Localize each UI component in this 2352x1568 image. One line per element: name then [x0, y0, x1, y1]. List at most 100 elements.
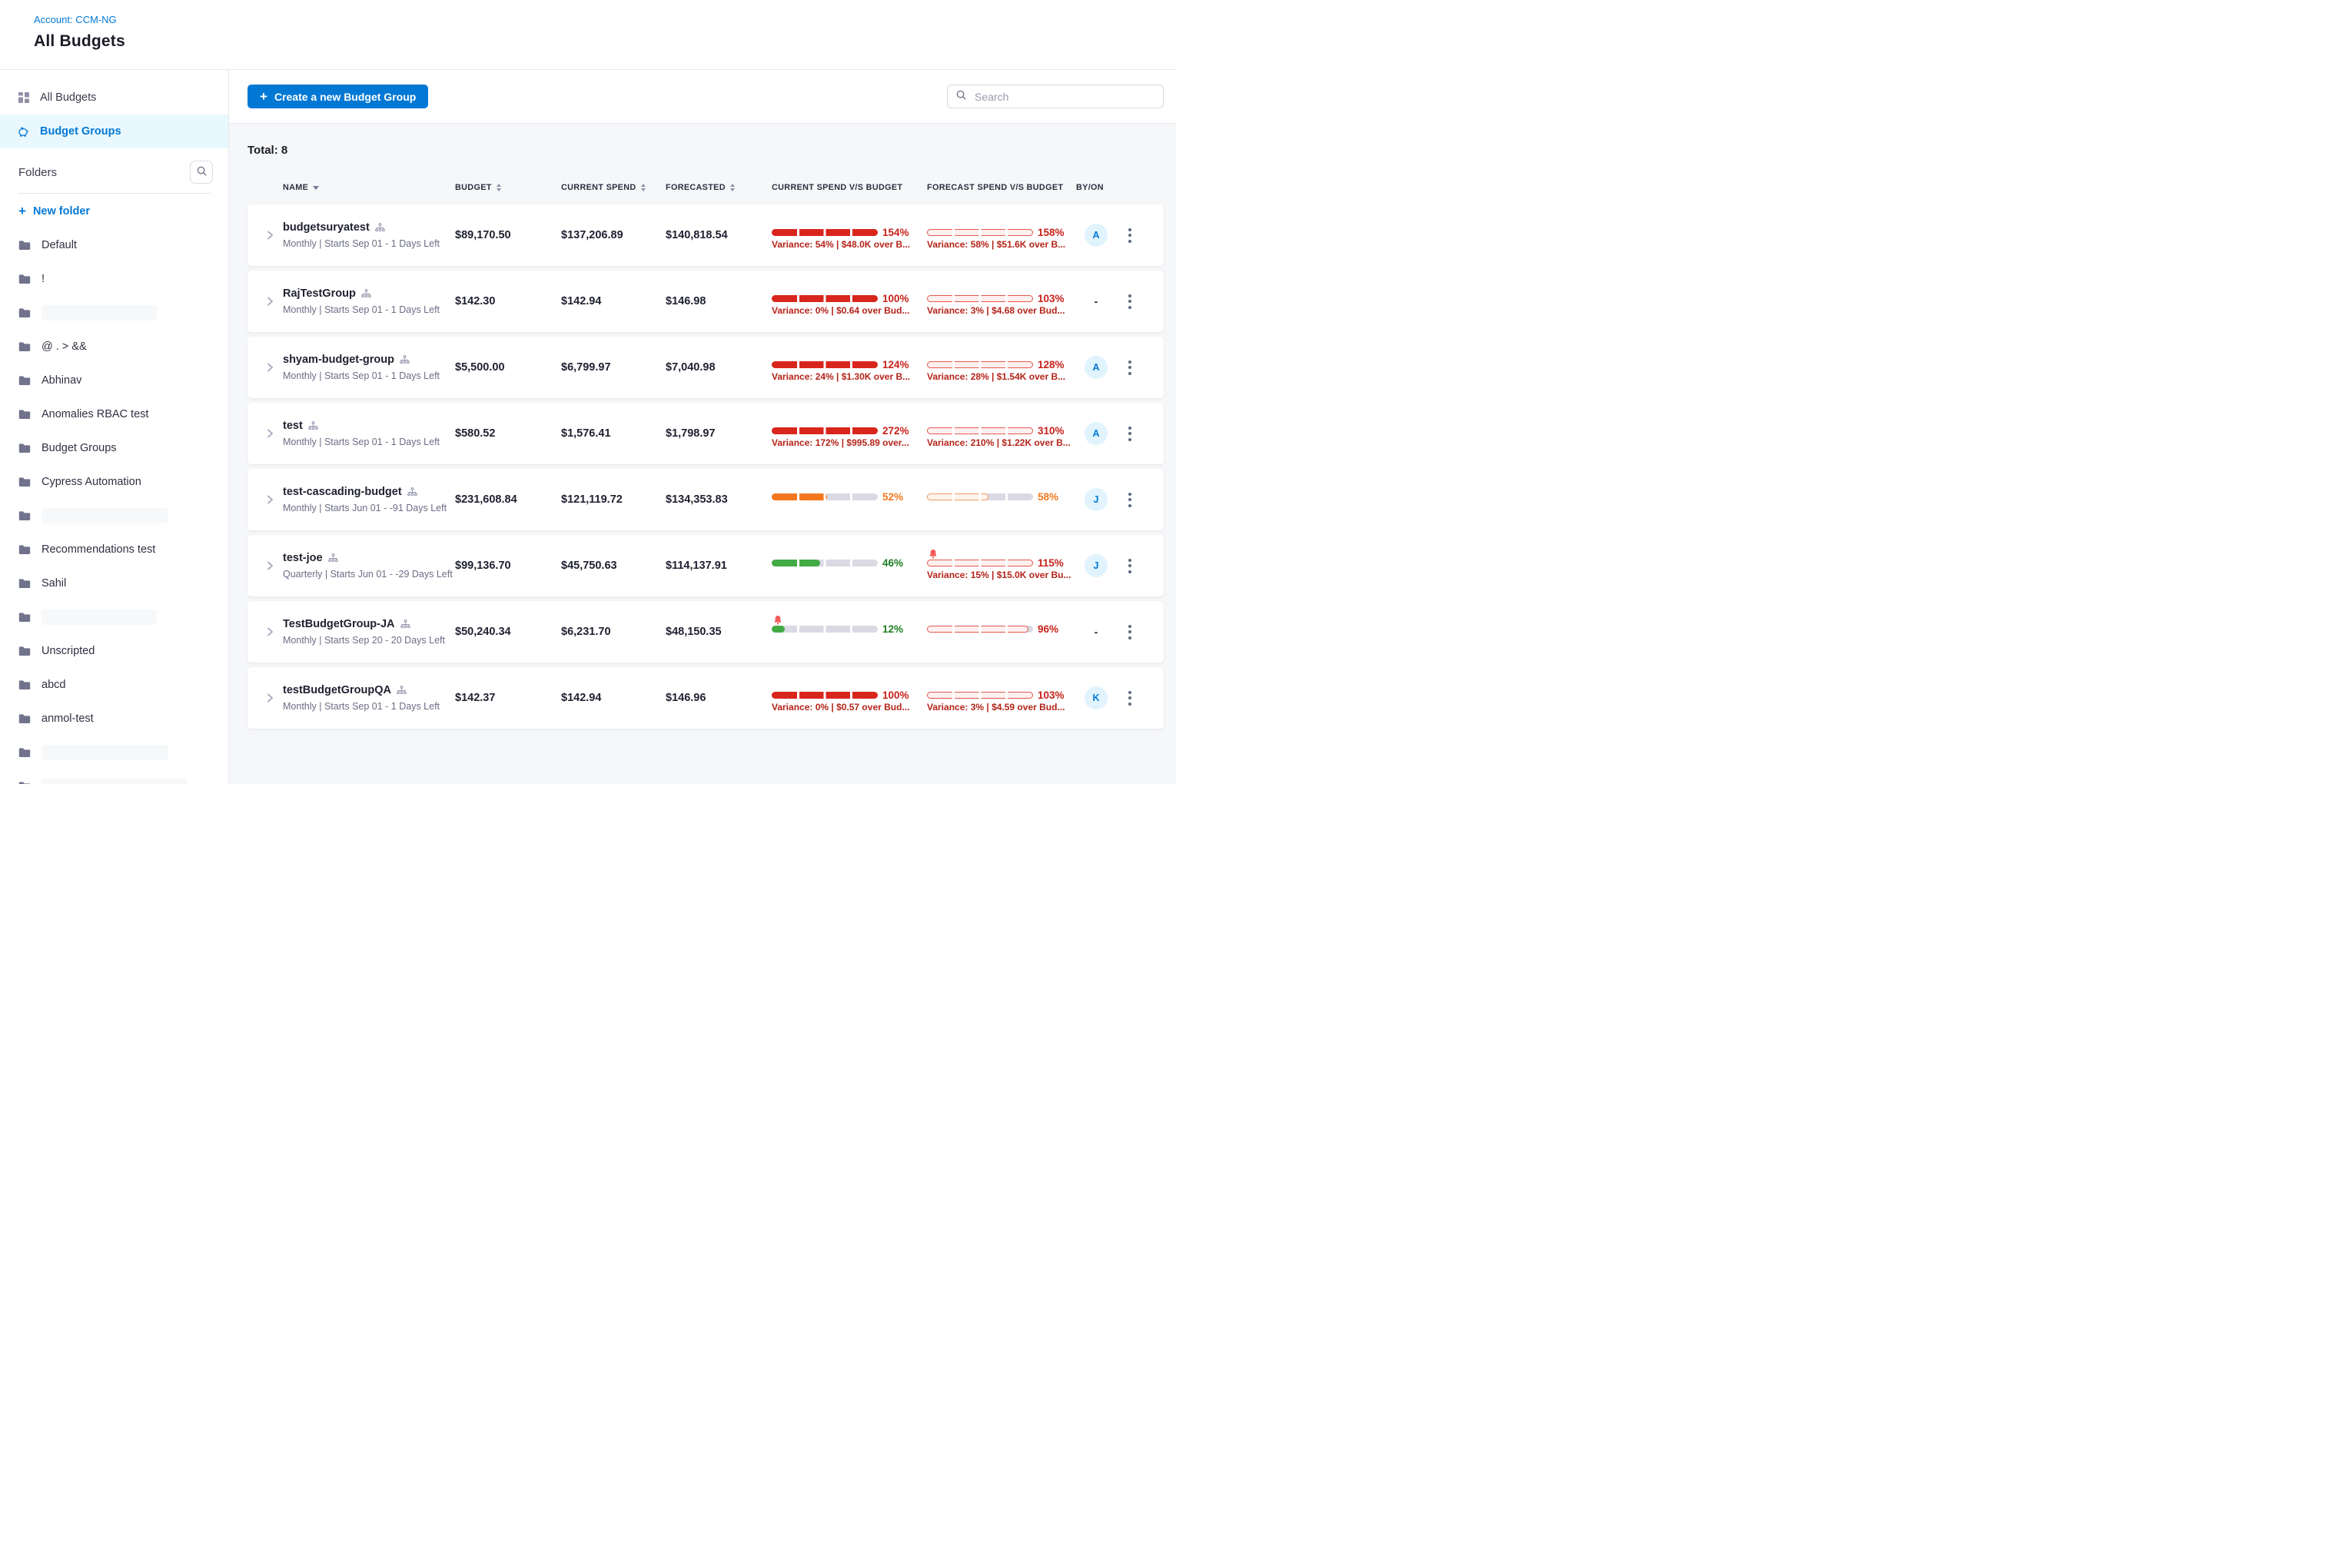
sidebar-folder-item[interactable]: Cypress Automation [0, 465, 228, 499]
table-row[interactable]: test-joeQuarterly | Starts Jun 01 - -29 … [247, 535, 1164, 596]
row-menu-cell [1116, 620, 1144, 644]
bell-icon [773, 615, 782, 625]
kebab-menu-icon[interactable] [1124, 554, 1136, 578]
page-layout: All Budgets Budget Groups Folders + New … [0, 70, 1176, 784]
search-box[interactable] [947, 85, 1164, 108]
sidebar-folder-item[interactable]: Recommendations test [0, 533, 228, 566]
sidebar-folder-item[interactable] [0, 769, 228, 784]
chevron-right-icon[interactable] [257, 362, 283, 373]
account-breadcrumb[interactable]: Account: CCM-NG [34, 14, 1176, 25]
kebab-menu-icon[interactable] [1124, 686, 1136, 710]
redacted-folder-name [42, 779, 188, 784]
progress-bar [927, 229, 1033, 236]
kebab-menu-icon[interactable] [1124, 422, 1136, 446]
sidebar-folder-item[interactable]: anmol-test [0, 702, 228, 736]
kebab-menu-icon[interactable] [1124, 290, 1136, 314]
chevron-right-icon[interactable] [257, 428, 283, 439]
column-header-name: NAME [283, 183, 455, 192]
chevron-right-icon[interactable] [257, 494, 283, 505]
kebab-menu-icon[interactable] [1124, 488, 1136, 512]
sidebar-item-budget-groups[interactable]: Budget Groups [0, 115, 228, 148]
column-label: BY/ON [1076, 183, 1104, 192]
row-current-spend: $6,231.70 [561, 626, 666, 638]
search-input[interactable] [973, 90, 1155, 104]
progress-percent: 124% [882, 359, 909, 370]
kebab-menu-icon[interactable] [1124, 620, 1136, 644]
table-row[interactable]: TestBudgetGroup-JAMonthly | Starts Sep 2… [247, 601, 1164, 663]
page-header: Account: CCM-NG All Budgets [0, 0, 1176, 70]
forecast-spend-vs-budget: 103%Variance: 3% | $4.68 over Bud... [927, 284, 1076, 319]
sidebar-folder-item[interactable] [0, 600, 228, 634]
chevron-right-icon[interactable] [257, 693, 283, 703]
sidebar-folder-item[interactable]: ! [0, 262, 228, 296]
current-spend-vs-budget: 272%Variance: 172% | $995.89 over... [772, 416, 927, 451]
progress-bar [772, 427, 878, 434]
folder-icon [18, 240, 31, 251]
sidebar-folder-item[interactable]: abcd [0, 668, 228, 702]
kebab-menu-icon[interactable] [1124, 224, 1136, 247]
folder-name: abcd [42, 679, 65, 691]
progress-percent: 154% [882, 227, 909, 238]
table-row[interactable]: testBudgetGroupQAMonthly | Starts Sep 01… [247, 667, 1164, 729]
sidebar-folder-item[interactable] [0, 296, 228, 330]
current-spend-vs-budget: 12% [772, 614, 927, 649]
sidebar-folder-item[interactable] [0, 736, 228, 769]
folder-name: ! [42, 273, 45, 285]
folder-icon [18, 612, 31, 623]
table-row[interactable]: RajTestGroupMonthly | Starts Sep 01 - 1 … [247, 271, 1164, 332]
org-tree-icon [375, 223, 385, 232]
row-by-on: K [1076, 686, 1116, 709]
table-row[interactable]: test-cascading-budgetMonthly | Starts Ju… [247, 469, 1164, 530]
sort-icon[interactable] [497, 184, 501, 192]
row-current-spend: $142.94 [561, 295, 666, 307]
sort-icon[interactable] [730, 184, 735, 192]
folder-name: Anomalies RBAC test [42, 408, 148, 420]
progress-percent: 100% [882, 293, 909, 304]
sidebar-folder-item[interactable]: Unscripted [0, 634, 228, 668]
sidebar-folder-item[interactable]: Abhinav [0, 364, 228, 397]
table-row[interactable]: testMonthly | Starts Sep 01 - 1 Days Lef… [247, 403, 1164, 464]
sidebar-folder-item[interactable]: Anomalies RBAC test [0, 397, 228, 431]
current-spend-vs-budget: 46% [772, 548, 927, 583]
sidebar-folder-item[interactable]: Sahil [0, 566, 228, 600]
row-budget: $89,170.50 [455, 229, 561, 241]
grid-icon [17, 91, 30, 104]
progress-percent: 158% [1038, 227, 1065, 238]
budget-group-name-text: budgetsuryatest [283, 221, 370, 234]
create-budget-group-button[interactable]: + Create a new Budget Group [247, 85, 428, 108]
folder-icon [18, 781, 31, 784]
chevron-right-icon[interactable] [257, 230, 283, 241]
progress-percent: 46% [882, 557, 903, 569]
sort-icon[interactable] [641, 184, 646, 192]
row-by-on: A [1076, 422, 1116, 445]
variance-text: Variance: 0% | $0.64 over Bud... [772, 305, 927, 319]
variance-text: Variance: 3% | $4.68 over Bud... [927, 305, 1076, 319]
budget-period: Monthly | Starts Sep 01 - 1 Days Left [283, 304, 447, 315]
folder-search-button[interactable] [190, 161, 213, 184]
folder-icon [18, 307, 31, 318]
sidebar-folder-item[interactable]: Default [0, 228, 228, 262]
forecast-spend-vs-budget: 58% [927, 482, 1076, 517]
bell-icon [929, 549, 938, 559]
row-current-spend: $137,206.89 [561, 229, 666, 241]
sidebar-folder-item[interactable] [0, 499, 228, 533]
table-row[interactable]: shyam-budget-groupMonthly | Starts Sep 0… [247, 337, 1164, 398]
chevron-right-icon[interactable] [257, 560, 283, 571]
org-tree-icon [328, 553, 338, 563]
org-tree-icon [400, 620, 410, 629]
owner-avatar: J [1085, 554, 1108, 577]
table-row[interactable]: budgetsuryatestMonthly | Starts Sep 01 -… [247, 204, 1164, 266]
variance-text [927, 503, 1076, 517]
column-label: BUDGET [455, 183, 492, 192]
forecast-spend-vs-budget: 158%Variance: 58% | $51.6K over B... [927, 218, 1076, 253]
kebab-menu-icon[interactable] [1124, 356, 1136, 380]
row-forecasted: $134,353.83 [666, 493, 772, 506]
chevron-right-icon[interactable] [257, 626, 283, 637]
sidebar-item-all-budgets[interactable]: All Budgets [0, 81, 228, 115]
sidebar-folder-item[interactable]: @ . > && [0, 330, 228, 364]
sidebar-folder-item[interactable]: Budget Groups [0, 431, 228, 465]
chevron-right-icon[interactable] [257, 296, 283, 307]
new-folder-button[interactable]: + New folder [0, 194, 228, 227]
budget-period: Quarterly | Starts Jun 01 - -29 Days Lef… [283, 569, 447, 580]
sort-desc-icon[interactable] [313, 186, 319, 190]
